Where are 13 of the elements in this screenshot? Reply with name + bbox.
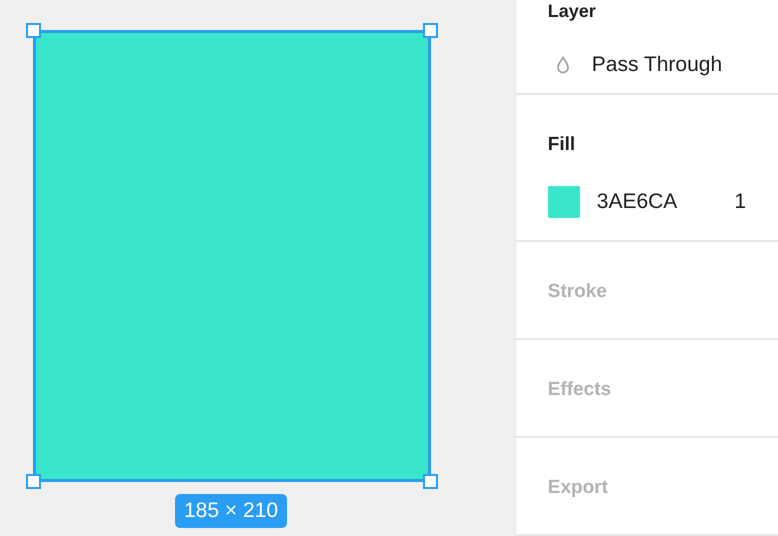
opacity-value[interactable]: 1 <box>734 186 746 218</box>
hex-value[interactable]: 3AE6CA <box>596 186 678 218</box>
size-label: 185 × 210 <box>174 494 287 528</box>
drop-icon <box>556 56 570 74</box>
resize-handle[interactable] <box>423 23 438 38</box>
resize-handle[interactable] <box>26 23 41 38</box>
resize-handle[interactable] <box>423 474 438 489</box>
blend-mode-value[interactable]: Pass Through <box>592 49 722 80</box>
section-title: Fill <box>548 133 576 158</box>
section-title: Layer <box>548 1 597 21</box>
rectangle-shape[interactable] <box>33 30 431 482</box>
resize-handle[interactable] <box>26 474 41 489</box>
color-swatch[interactable] <box>548 186 580 218</box>
